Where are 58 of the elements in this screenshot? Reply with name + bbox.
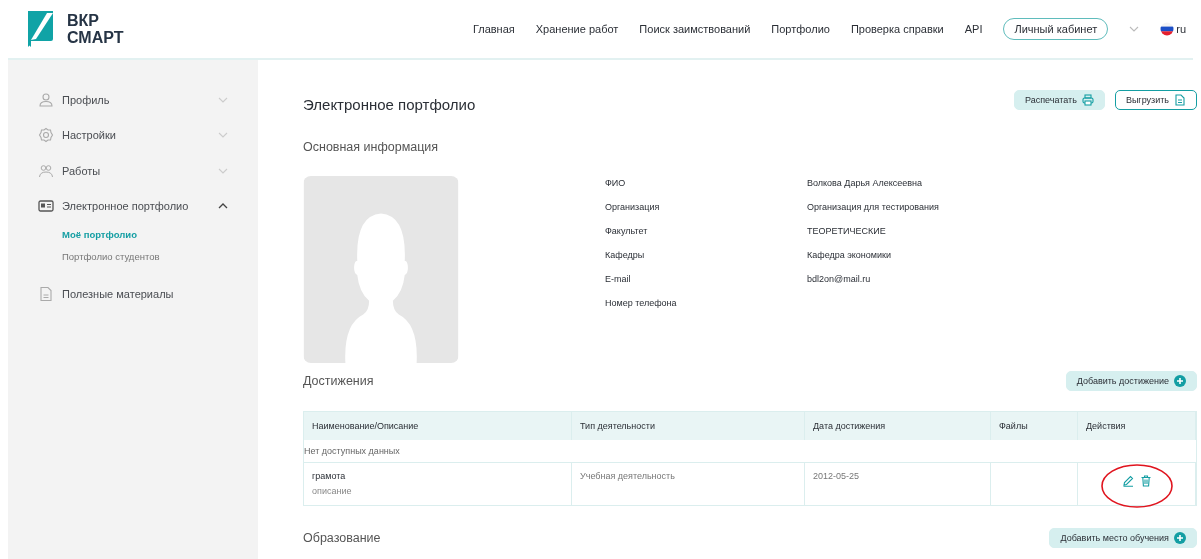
table-cell: 2012-05-25 <box>813 471 860 481</box>
field-value: ТЕОРЕТИЧЕСКИЕ <box>807 226 887 238</box>
field-label: E-mail <box>605 274 632 286</box>
sidebar-item[interactable]: Полезные материалы <box>8 276 258 312</box>
chevron-down-icon <box>1129 26 1140 32</box>
section-heading: Достижения <box>303 374 374 388</box>
flag-icon <box>1160 22 1175 36</box>
table-cell: Учебная деятельность <box>580 471 675 481</box>
print-button[interactable]: Распечатать <box>1013 90 1105 110</box>
column-header: Действия <box>1078 412 1196 440</box>
nav-link[interactable]: Проверка справки <box>850 23 944 35</box>
field-label: Факультет <box>605 226 649 238</box>
language-label[interactable]: ru <box>1176 23 1186 35</box>
column-header: Наименование/Описание <box>304 412 572 440</box>
sidebar-subitem[interactable]: Портфолио студентов <box>8 246 258 268</box>
field-value: bdl2on@mail.ru <box>807 274 872 286</box>
field-label: ФИО <box>605 178 627 190</box>
field-label: Номер телефона <box>605 298 678 310</box>
nav-link[interactable]: Главная <box>472 23 515 35</box>
file-icon <box>1174 94 1186 106</box>
printer-icon <box>1081 94 1094 106</box>
logo-text: ВКР <box>67 12 100 29</box>
document-icon <box>38 285 54 302</box>
edit-icon[interactable] <box>1121 475 1134 487</box>
column-header: Дата достижения <box>805 412 991 440</box>
field-label: Кафедры <box>605 250 646 262</box>
add-education-button[interactable]: Добавить место обучения <box>1049 528 1197 548</box>
column-header: Файлы <box>991 412 1078 440</box>
logo-icon <box>27 9 55 49</box>
nav-link[interactable]: Хранение работ <box>535 23 619 35</box>
sidebar-item[interactable]: Электронное портфолио <box>8 188 258 224</box>
section-heading: Образование <box>303 531 381 545</box>
section-heading: Основная информация <box>303 140 440 154</box>
nav-link[interactable]: Портфолио <box>771 23 830 35</box>
nav-link[interactable]: Поиск заимствований <box>639 23 751 35</box>
achievement-description: описание <box>312 486 353 496</box>
page-title: Электронное портфолио <box>303 94 477 113</box>
account-button[interactable]: Личный кабинет <box>1003 18 1109 40</box>
field-value: Организация для тестирования <box>807 202 939 214</box>
field-label: Организация <box>605 202 661 214</box>
people-icon <box>38 162 54 179</box>
plus-icon <box>1174 375 1186 387</box>
sidebar-item[interactable]: Профиль <box>8 82 258 118</box>
field-value: Кафедра экономики <box>807 250 892 262</box>
add-achievement-button[interactable]: Добавить достижение <box>1065 371 1197 391</box>
sidebar-item[interactable]: Настройки <box>8 117 258 153</box>
logo-text: СМАРТ <box>67 29 124 46</box>
sidebar-item[interactable]: Работы <box>8 153 258 189</box>
nav-link[interactable]: API <box>964 23 983 35</box>
user-icon <box>38 91 54 108</box>
field-value: Волкова Дарья Алексеевна <box>807 178 924 190</box>
column-header: Тип деятельности <box>572 412 805 440</box>
id-card-icon <box>38 198 54 215</box>
plus-icon <box>1174 532 1186 544</box>
export-button[interactable]: Выгрузить <box>1114 90 1197 110</box>
achievement-name: грамота <box>312 471 347 481</box>
delete-icon[interactable] <box>1139 475 1152 487</box>
gear-icon <box>38 127 54 144</box>
